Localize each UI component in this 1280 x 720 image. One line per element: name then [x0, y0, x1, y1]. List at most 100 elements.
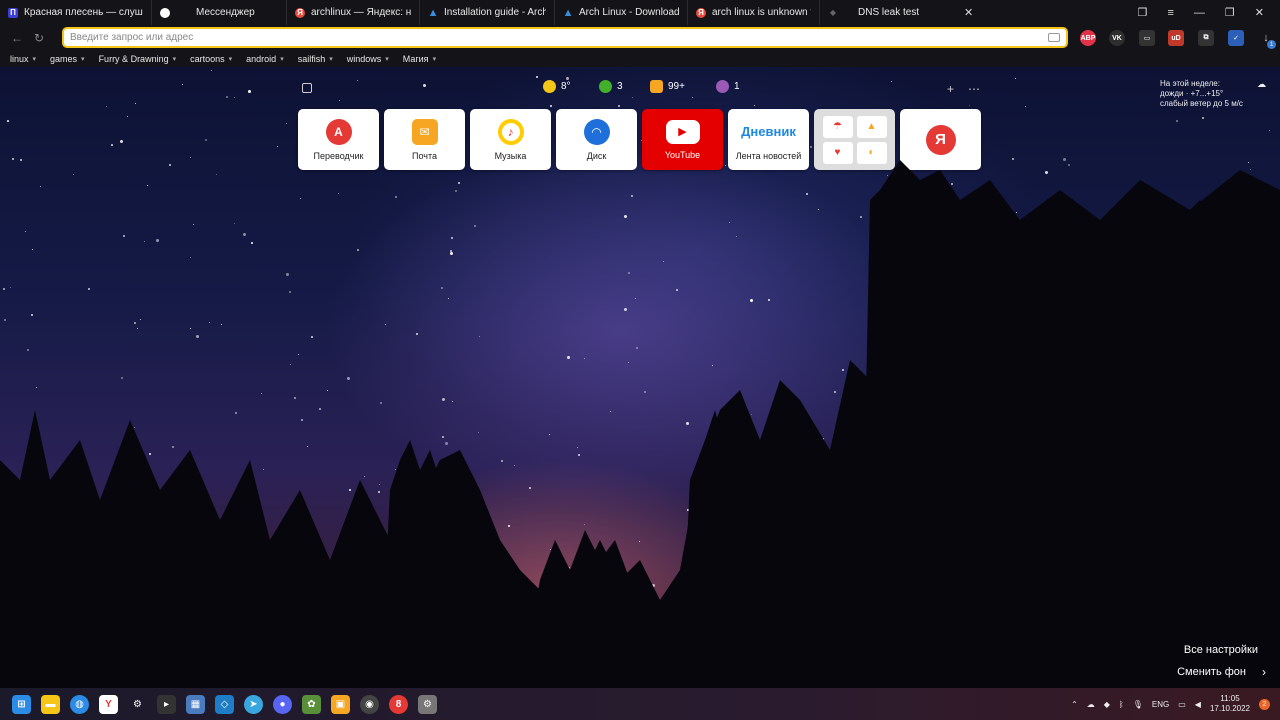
volume-icon[interactable]: ◀ [1195, 700, 1201, 709]
discord-icon[interactable]: ● [273, 694, 292, 714]
notification-badge[interactable]: 2 [1259, 698, 1270, 710]
traffic-icon [599, 80, 612, 93]
chevron-down-icon: ▾ [81, 56, 85, 63]
bookmark-folder[interactable]: linux ▾ [10, 54, 36, 64]
network-icon[interactable]: ◆ [1104, 700, 1110, 709]
shield-icon[interactable]: ✓ [1228, 30, 1244, 46]
language-indicator[interactable]: ENG [1152, 700, 1169, 709]
disk-icon: ◠ [583, 118, 610, 145]
leak-icon: ◆ [829, 8, 837, 17]
mail-widget[interactable]: 99+ [650, 80, 685, 93]
telegram-icon[interactable]: ➤ [244, 694, 263, 714]
turtle-icon[interactable]: ✿ [302, 694, 321, 714]
weather-widget[interactable]: 8° [543, 80, 571, 93]
tab-4[interactable]: ▲ Installation guide - ArchW [420, 0, 555, 25]
bookmarks-icon[interactable]: ❐ [1138, 6, 1148, 19]
bookmark-folder[interactable]: cartoons ▾ [190, 54, 232, 64]
chrome-like-icon[interactable]: ◍ [70, 694, 89, 714]
music-icon: ♪ [497, 118, 524, 145]
traffic-widget[interactable]: 3 [599, 80, 623, 93]
taskbar: ⊞ ▬ ◍ Y ⚙ ▸ ▦ ◇ ➤ ● ✿ ▣ ◉ 8 ⚙ ⌃ ☁ ◆ ᛒ 🎙 … [0, 688, 1280, 720]
back-icon[interactable]: ← [6, 31, 28, 45]
cloud-icon[interactable]: ☁ [1087, 700, 1095, 709]
yandex-icon: Я [696, 7, 706, 18]
settings-icon[interactable]: ⚙ [418, 694, 437, 714]
reload-icon[interactable]: ↻ [28, 31, 50, 45]
tab-bar: П Красная плесень — слуша Мессенджер Я a… [0, 0, 1280, 25]
bluetooth-icon[interactable]: ᛒ [1119, 700, 1124, 709]
vk-icon[interactable]: VK [1109, 30, 1125, 46]
reader-icon[interactable]: ▭ [1139, 30, 1155, 46]
umbrella-icon: ☂ [822, 115, 853, 138]
cloud-icon: ☁ [1257, 79, 1266, 89]
bookmark-folder[interactable]: Магия ▾ [403, 54, 436, 64]
translate-icon[interactable]: ⧉ [1198, 30, 1214, 46]
collections-icon[interactable] [302, 83, 312, 93]
arch-icon: ▲ [427, 6, 439, 19]
camera-icon[interactable] [1048, 33, 1060, 42]
all-settings-link[interactable]: Все настройки [1184, 644, 1258, 656]
add-icon[interactable]: + [947, 82, 954, 96]
chevron-down-icon: ▾ [385, 56, 389, 63]
chevron-down-icon: ▾ [172, 56, 177, 63]
translate-icon: A [325, 118, 352, 145]
bookmark-folder[interactable]: sailfish ▾ [298, 54, 333, 64]
system-tray: ⌃ ☁ ◆ ᛒ 🎙 ENG ▭ ◀ 11:05 17.10.2022 2 [1071, 694, 1280, 714]
tab-5[interactable]: ▲ Arch Linux - Downloads [555, 0, 688, 25]
download-icon[interactable]: ↓ 1 [1258, 30, 1276, 49]
clock[interactable]: 11:05 17.10.2022 [1210, 694, 1250, 714]
steam-icon[interactable]: ⚙ [128, 695, 147, 714]
youtube-icon: ▶ [665, 119, 700, 144]
game-icon[interactable]: 8 [389, 694, 408, 714]
github-icon[interactable]: ◉ [360, 694, 379, 714]
monitor-icon[interactable]: ▭ [1178, 700, 1186, 709]
tile-icon: П [8, 7, 18, 18]
bookmark-folder[interactable]: games ▾ [50, 54, 85, 64]
vscode-icon[interactable]: ◇ [215, 694, 234, 714]
chevron-right-icon[interactable]: › [1262, 665, 1266, 679]
yandex-icon: Я [295, 7, 305, 18]
change-background-link[interactable]: Сменить фон [1177, 666, 1246, 678]
tab-7-active[interactable]: ◆ DNS leak test [820, 0, 956, 25]
chevron-down-icon: ▾ [280, 56, 284, 63]
mic-icon[interactable]: 🎙 [1133, 700, 1143, 709]
folder-icon[interactable]: ▬ [41, 694, 60, 714]
sun-icon [543, 80, 556, 93]
downloads-badge: 1 [1267, 40, 1276, 49]
minimize-icon[interactable]: — [1194, 7, 1205, 19]
tab-2[interactable]: Мессенджер [152, 0, 287, 25]
mail-icon [650, 80, 663, 93]
messenger-widget[interactable]: 1 [716, 80, 740, 93]
chevron-down-icon: ▾ [329, 56, 333, 63]
bookmark-folder[interactable]: android ▾ [246, 54, 284, 64]
windows-start-icon[interactable]: ⊞ [12, 694, 31, 714]
bookmarks-bar: linux ▾ games ▾ Furry & Drawning ▾ cartoons… [0, 51, 1280, 67]
menu-icon[interactable]: ≡ [1167, 7, 1173, 19]
abp-icon[interactable]: ABP [1080, 30, 1096, 46]
ublock-icon[interactable]: uD [1168, 30, 1184, 46]
tab-6[interactable]: Я arch linux is unknown trust [688, 0, 820, 25]
chevron-up-icon[interactable]: ⌃ [1071, 700, 1078, 709]
yandex-browser-icon[interactable]: Y [99, 694, 118, 714]
terminal-icon[interactable]: ▸ [157, 694, 176, 714]
arch-icon: ▲ [562, 6, 574, 19]
weather-forecast[interactable]: ☁ На этой неделе: дожди · +7...+15° слаб… [1160, 79, 1270, 109]
app-icon[interactable]: ▣ [331, 694, 350, 714]
more-icon[interactable]: ⋯ [968, 82, 980, 96]
bookmark-folder[interactable]: Furry & Drawning ▾ [99, 54, 177, 64]
maximize-icon[interactable]: ❐ [1225, 6, 1235, 19]
tab-1[interactable]: П Красная плесень — слуша [0, 0, 152, 25]
tab-3[interactable]: Я archlinux — Яндекс: нашл [287, 0, 420, 25]
close-window-icon[interactable]: ✕ [1255, 6, 1264, 19]
forest-silhouette [0, 160, 1280, 690]
chat-icon [160, 7, 170, 18]
dnevnik-logo: Дневник [741, 124, 796, 139]
photos-icon[interactable]: ▦ [186, 694, 205, 714]
address-input[interactable] [70, 32, 1048, 43]
mail-icon: ✉ [411, 118, 438, 145]
close-tab-icon[interactable]: ✕ [964, 6, 973, 19]
chevron-down-icon: ▾ [228, 56, 233, 63]
messenger-icon [716, 80, 729, 93]
bookmark-folder[interactable]: windows ▾ [347, 54, 389, 64]
omnibox[interactable] [62, 27, 1068, 48]
